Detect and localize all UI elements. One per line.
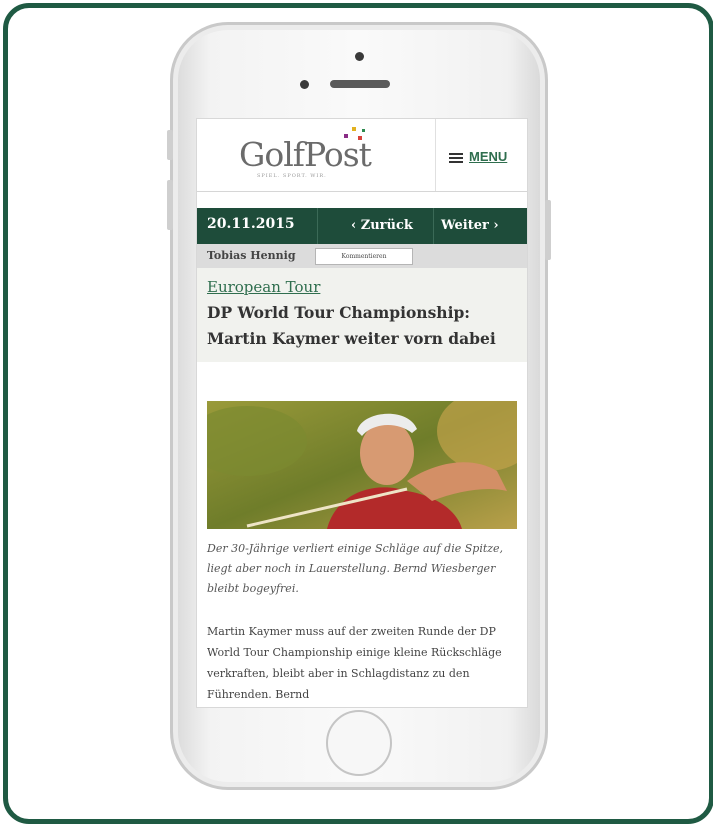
- article-date: 20.11.2015: [207, 216, 295, 232]
- photo-caption: Der 30-Jährige verliert einige Schläge a…: [207, 542, 504, 595]
- next-article-link[interactable]: Weiter ›: [441, 218, 499, 233]
- phone-home-button[interactable]: [326, 710, 392, 776]
- phone-camera-icon: [355, 52, 364, 61]
- article-header: European Tour DP World Tour Championship…: [197, 268, 527, 362]
- phone-side-button: [545, 200, 551, 260]
- header-divider: [435, 119, 436, 191]
- golfer-photo-image: [207, 401, 517, 529]
- datebar-divider: [433, 208, 434, 244]
- article-title: DP World Tour Championship: Martin Kayme…: [207, 303, 496, 348]
- datebar-divider: [317, 208, 318, 244]
- article-body: Martin Kaymer muss auf der zweiten Runde…: [207, 625, 502, 701]
- phone-speaker: [330, 80, 390, 88]
- menu-label: MENU: [469, 149, 508, 164]
- category-link[interactable]: European Tour: [207, 278, 320, 296]
- article-photo: [207, 401, 517, 529]
- phone-side-button: [167, 130, 173, 160]
- date-navigation-bar: 20.11.2015 ‹ Zurück Weiter ›: [197, 208, 527, 244]
- logo-tagline: SPIEL. SPORT. WIR.: [257, 173, 327, 179]
- phone-side-button: [167, 180, 173, 230]
- hamburger-icon: [449, 151, 463, 165]
- comment-button[interactable]: Kommentieren: [315, 248, 413, 265]
- author-bar: Tobias Hennig Kommentieren: [197, 244, 527, 268]
- phone-sensor-icon: [300, 80, 309, 89]
- menu-button[interactable]: MENU: [449, 149, 507, 165]
- site-header: GolfPost SPIEL. SPORT. WIR. MENU: [197, 119, 527, 192]
- prev-article-link[interactable]: ‹ Zurück: [351, 218, 413, 233]
- phone-screen: GolfPost SPIEL. SPORT. WIR. MENU 20.11.2…: [196, 118, 528, 708]
- author-name[interactable]: Tobias Hennig: [207, 249, 296, 262]
- logo-flag-icon: [344, 127, 365, 140]
